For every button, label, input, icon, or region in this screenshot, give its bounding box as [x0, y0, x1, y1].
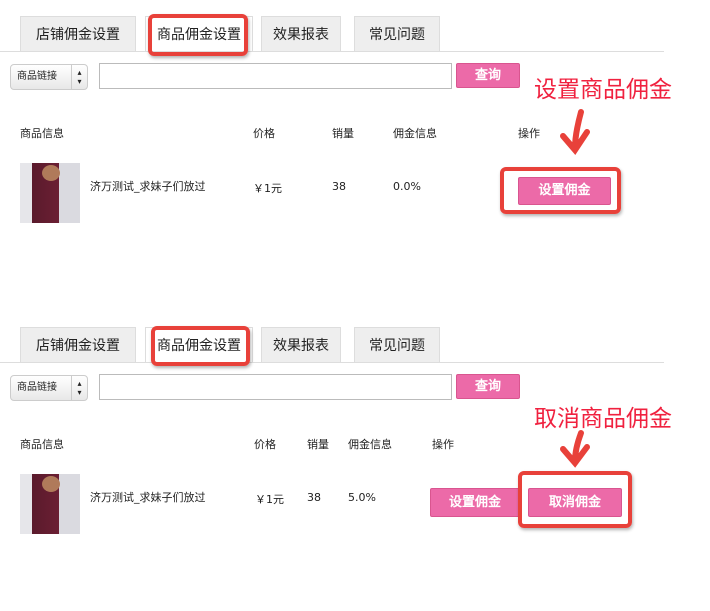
select-arrows-icon: ▴ ▾ [71, 376, 87, 400]
product-name[interactable]: 济万测试_求妹子们放过 [90, 178, 206, 194]
product-thumbnail[interactable] [20, 163, 80, 223]
arrow-down-icon [560, 430, 590, 468]
col-product-info: 商品信息 [20, 127, 64, 140]
tab-divider [0, 51, 664, 52]
select-arrows-icon: ▴ ▾ [71, 65, 87, 89]
panel-cancel-commission: 店铺佣金设置 商品佣金设置 效果报表 常见问题 商品链接 ▴ ▾ 查询 取消商品佣金… [0, 311, 710, 611]
tab-divider [0, 362, 664, 363]
search-input[interactable] [99, 374, 452, 400]
annotation-text: 设置商品佣金 [534, 77, 672, 103]
tab-faq[interactable]: 常见问题 [354, 16, 440, 51]
tab-report[interactable]: 效果报表 [261, 327, 341, 362]
product-sales: 38 [332, 180, 346, 193]
col-sales: 销量 [307, 438, 329, 451]
col-commission: 佣金信息 [393, 127, 437, 140]
product-thumbnail[interactable] [20, 474, 80, 534]
col-actions: 操作 [432, 438, 454, 451]
query-button[interactable]: 查询 [456, 374, 520, 399]
tab-faq[interactable]: 常见问题 [354, 327, 440, 362]
product-commission: 0.0% [393, 180, 421, 193]
cancel-commission-button[interactable]: 取消佣金 [528, 488, 622, 517]
query-button[interactable]: 查询 [456, 63, 520, 88]
highlight-box [151, 326, 250, 366]
search-type-select[interactable]: 商品链接 ▴ ▾ [10, 375, 88, 401]
set-commission-button[interactable]: 设置佣金 [518, 177, 611, 205]
annotation-text: 取消商品佣金 [534, 406, 672, 432]
set-commission-button[interactable]: 设置佣金 [430, 488, 520, 517]
col-product-info: 商品信息 [20, 438, 64, 451]
select-value: 商品链接 [17, 71, 57, 82]
product-name[interactable]: 济万测试_求妹子们放过 [90, 489, 206, 505]
tab-shop-commission[interactable]: 店铺佣金设置 [20, 16, 136, 51]
col-commission: 佣金信息 [348, 438, 392, 451]
product-commission: 5.0% [348, 491, 376, 504]
arrow-down-icon [560, 109, 590, 155]
product-price: ￥1元 [255, 493, 284, 506]
select-value: 商品链接 [17, 382, 57, 393]
search-type-select[interactable]: 商品链接 ▴ ▾ [10, 64, 88, 90]
tab-report[interactable]: 效果报表 [261, 16, 341, 51]
col-price: 价格 [254, 438, 276, 451]
tab-shop-commission[interactable]: 店铺佣金设置 [20, 327, 136, 362]
product-price: ￥1元 [253, 182, 282, 195]
product-sales: 38 [307, 491, 321, 504]
col-actions: 操作 [518, 127, 540, 140]
panel-set-commission: 店铺佣金设置 商品佣金设置 效果报表 常见问题 商品链接 ▴ ▾ 查询 设置商品佣金… [0, 0, 710, 300]
col-sales: 销量 [332, 127, 354, 140]
search-input[interactable] [99, 63, 452, 89]
highlight-box [148, 14, 248, 56]
col-price: 价格 [253, 127, 275, 140]
